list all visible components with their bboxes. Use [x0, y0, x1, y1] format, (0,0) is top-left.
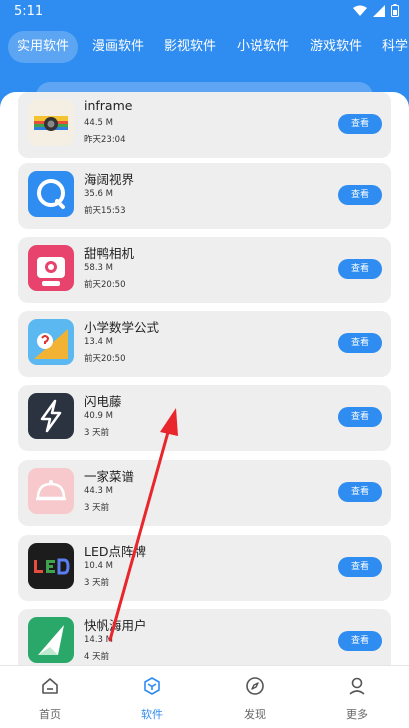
nav-home[interactable]: 首页: [20, 666, 80, 728]
view-button[interactable]: 查看: [338, 482, 382, 502]
app-time: 4 天前: [84, 652, 110, 662]
camera-rainbow-icon: [28, 100, 74, 146]
app-time: 3 天前: [84, 428, 110, 438]
app-name: 小学数学公式: [84, 320, 160, 335]
app-time: 3 天前: [84, 578, 110, 588]
app-time: 前天20:50: [84, 280, 126, 290]
home-icon: [42, 678, 58, 694]
compass-icon: [246, 677, 264, 695]
list-item[interactable]: 闪电藤 40.9 M 3 天前 查看: [18, 385, 391, 451]
chat-bubble-q-icon: [28, 171, 74, 217]
led-board-icon: [28, 543, 74, 589]
wifi-icon: [353, 5, 367, 16]
app-name: 甜鸭相机: [84, 246, 135, 261]
tab-video[interactable]: 影视软件: [155, 31, 225, 63]
status-time: 5:11: [14, 4, 44, 19]
app-size: 14.3 M: [84, 635, 113, 645]
status-bar: 5:11: [0, 0, 409, 24]
nav-label: 软件: [141, 708, 163, 721]
user-icon: [349, 677, 365, 695]
view-button[interactable]: 查看: [338, 114, 382, 134]
tab-science[interactable]: 科学: [373, 31, 409, 63]
nav-discover[interactable]: 发现: [225, 666, 285, 728]
view-button[interactable]: 查看: [338, 407, 382, 427]
app-size: 40.9 M: [84, 411, 113, 421]
nav-label: 发现: [244, 708, 266, 721]
view-button[interactable]: 查看: [338, 631, 382, 651]
list-item[interactable]: inframe 44.5 M 昨天23:04 查看: [18, 92, 391, 158]
food-cloche-icon: [28, 468, 74, 514]
app-name: 闪电藤: [84, 394, 122, 409]
app-size: 13.4 M: [84, 337, 113, 347]
app-name: 快帆海用户: [84, 618, 147, 633]
view-button[interactable]: 查看: [338, 259, 382, 279]
app-name: inframe: [84, 98, 133, 113]
tab-novel[interactable]: 小说软件: [228, 31, 298, 63]
nav-label: 首页: [39, 708, 61, 721]
nav-label: 更多: [346, 708, 368, 721]
app-time: 昨天23:04: [84, 135, 126, 145]
app-size: 10.4 M: [84, 561, 113, 571]
tab-games[interactable]: 游戏软件: [301, 31, 371, 63]
camera-pink-icon: [28, 245, 74, 291]
app-size: 35.6 M: [84, 189, 113, 199]
app-time: 3 天前: [84, 503, 110, 513]
view-button[interactable]: 查看: [338, 185, 382, 205]
math-triangle-icon: [28, 319, 74, 365]
app-list: inframe 44.5 M 昨天23:04 查看 海阔视界 35.6 M 前天…: [0, 92, 409, 672]
sail-icon: [28, 617, 74, 663]
app-time: 前天15:53: [84, 206, 126, 216]
nav-more[interactable]: 更多: [327, 666, 387, 728]
app-size: 58.3 M: [84, 263, 113, 273]
status-icons: [353, 4, 399, 17]
app-size: 44.3 M: [84, 486, 113, 496]
view-button[interactable]: 查看: [338, 333, 382, 353]
list-item[interactable]: 小学数学公式 13.4 M 前天20:50 查看: [18, 311, 391, 377]
list-item[interactable]: LED点阵牌 10.4 M 3 天前 查看: [18, 535, 391, 601]
list-item[interactable]: 海阔视界 35.6 M 前天15:53 查看: [18, 163, 391, 229]
signal-icon: [373, 4, 385, 17]
bottom-nav: 首页 软件 发现 更多: [0, 665, 409, 728]
tab-comics[interactable]: 漫画软件: [83, 31, 153, 63]
cube-icon: [144, 677, 160, 695]
lightning-icon: [28, 393, 74, 439]
battery-icon: [391, 4, 399, 17]
app-size: 44.5 M: [84, 118, 113, 128]
tab-utility[interactable]: 实用软件: [8, 31, 79, 63]
category-tabs: 实用软件 漫画软件 影视软件 小说软件 游戏软件 科学: [0, 30, 409, 66]
list-item[interactable]: 甜鸭相机 58.3 M 前天20:50 查看: [18, 237, 391, 303]
list-item[interactable]: 快帆海用户 14.3 M 4 天前 查看: [18, 609, 391, 672]
nav-software[interactable]: 软件: [122, 666, 182, 728]
view-button[interactable]: 查看: [338, 557, 382, 577]
app-name: 海阔视界: [84, 172, 135, 187]
list-item[interactable]: 一家菜谱 44.3 M 3 天前 查看: [18, 460, 391, 526]
app-name: 一家菜谱: [84, 469, 135, 484]
app-time: 前天20:50: [84, 354, 126, 364]
app-name: LED点阵牌: [84, 544, 146, 559]
